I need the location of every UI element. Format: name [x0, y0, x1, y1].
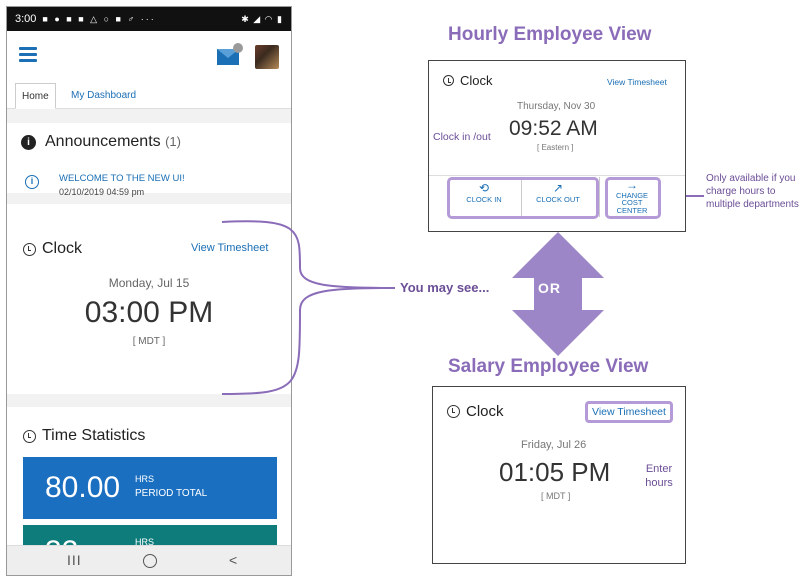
salary-time: 01:05 PM [499, 457, 611, 487]
salary-timezone: [ MDT ] [541, 491, 571, 501]
callout-brace [221, 220, 396, 395]
enter-hours-note: Enter hours [645, 463, 673, 490]
clock-inout-annotation: Clock in /out [433, 131, 491, 143]
button-divider [599, 177, 600, 217]
hourly-clock-card: Clock View Timesheet Thursday, Nov 30 09… [428, 60, 686, 232]
callout-text: You may see... [400, 280, 490, 295]
cost-center-highlight [605, 177, 661, 219]
hourly-timezone: [ Eastern ] [537, 143, 574, 152]
salary-date: Friday, Jul 26 [521, 439, 587, 451]
cost-center-note: Only available if you charge hours to mu… [706, 173, 799, 210]
salary-clock-header: Clock [447, 403, 504, 420]
salary-view-timesheet-link[interactable]: View Timesheet [585, 401, 673, 423]
clock-icon [447, 405, 460, 418]
or-label: OR [538, 280, 561, 296]
hourly-time: 09:52 AM [509, 117, 598, 140]
clock-inout-highlight [447, 177, 599, 219]
hourly-view-heading: Hourly Employee View [448, 24, 652, 45]
hourly-clock-title: Clock [460, 73, 493, 88]
hourly-view-timesheet-link[interactable]: View Timesheet [607, 77, 667, 87]
hourly-date: Thursday, Nov 30 [517, 101, 596, 112]
clock-icon [443, 75, 454, 86]
hourly-clock-header: Clock [443, 73, 493, 88]
salary-view-heading: Salary Employee View [448, 356, 649, 377]
salary-clock-title: Clock [466, 403, 504, 420]
